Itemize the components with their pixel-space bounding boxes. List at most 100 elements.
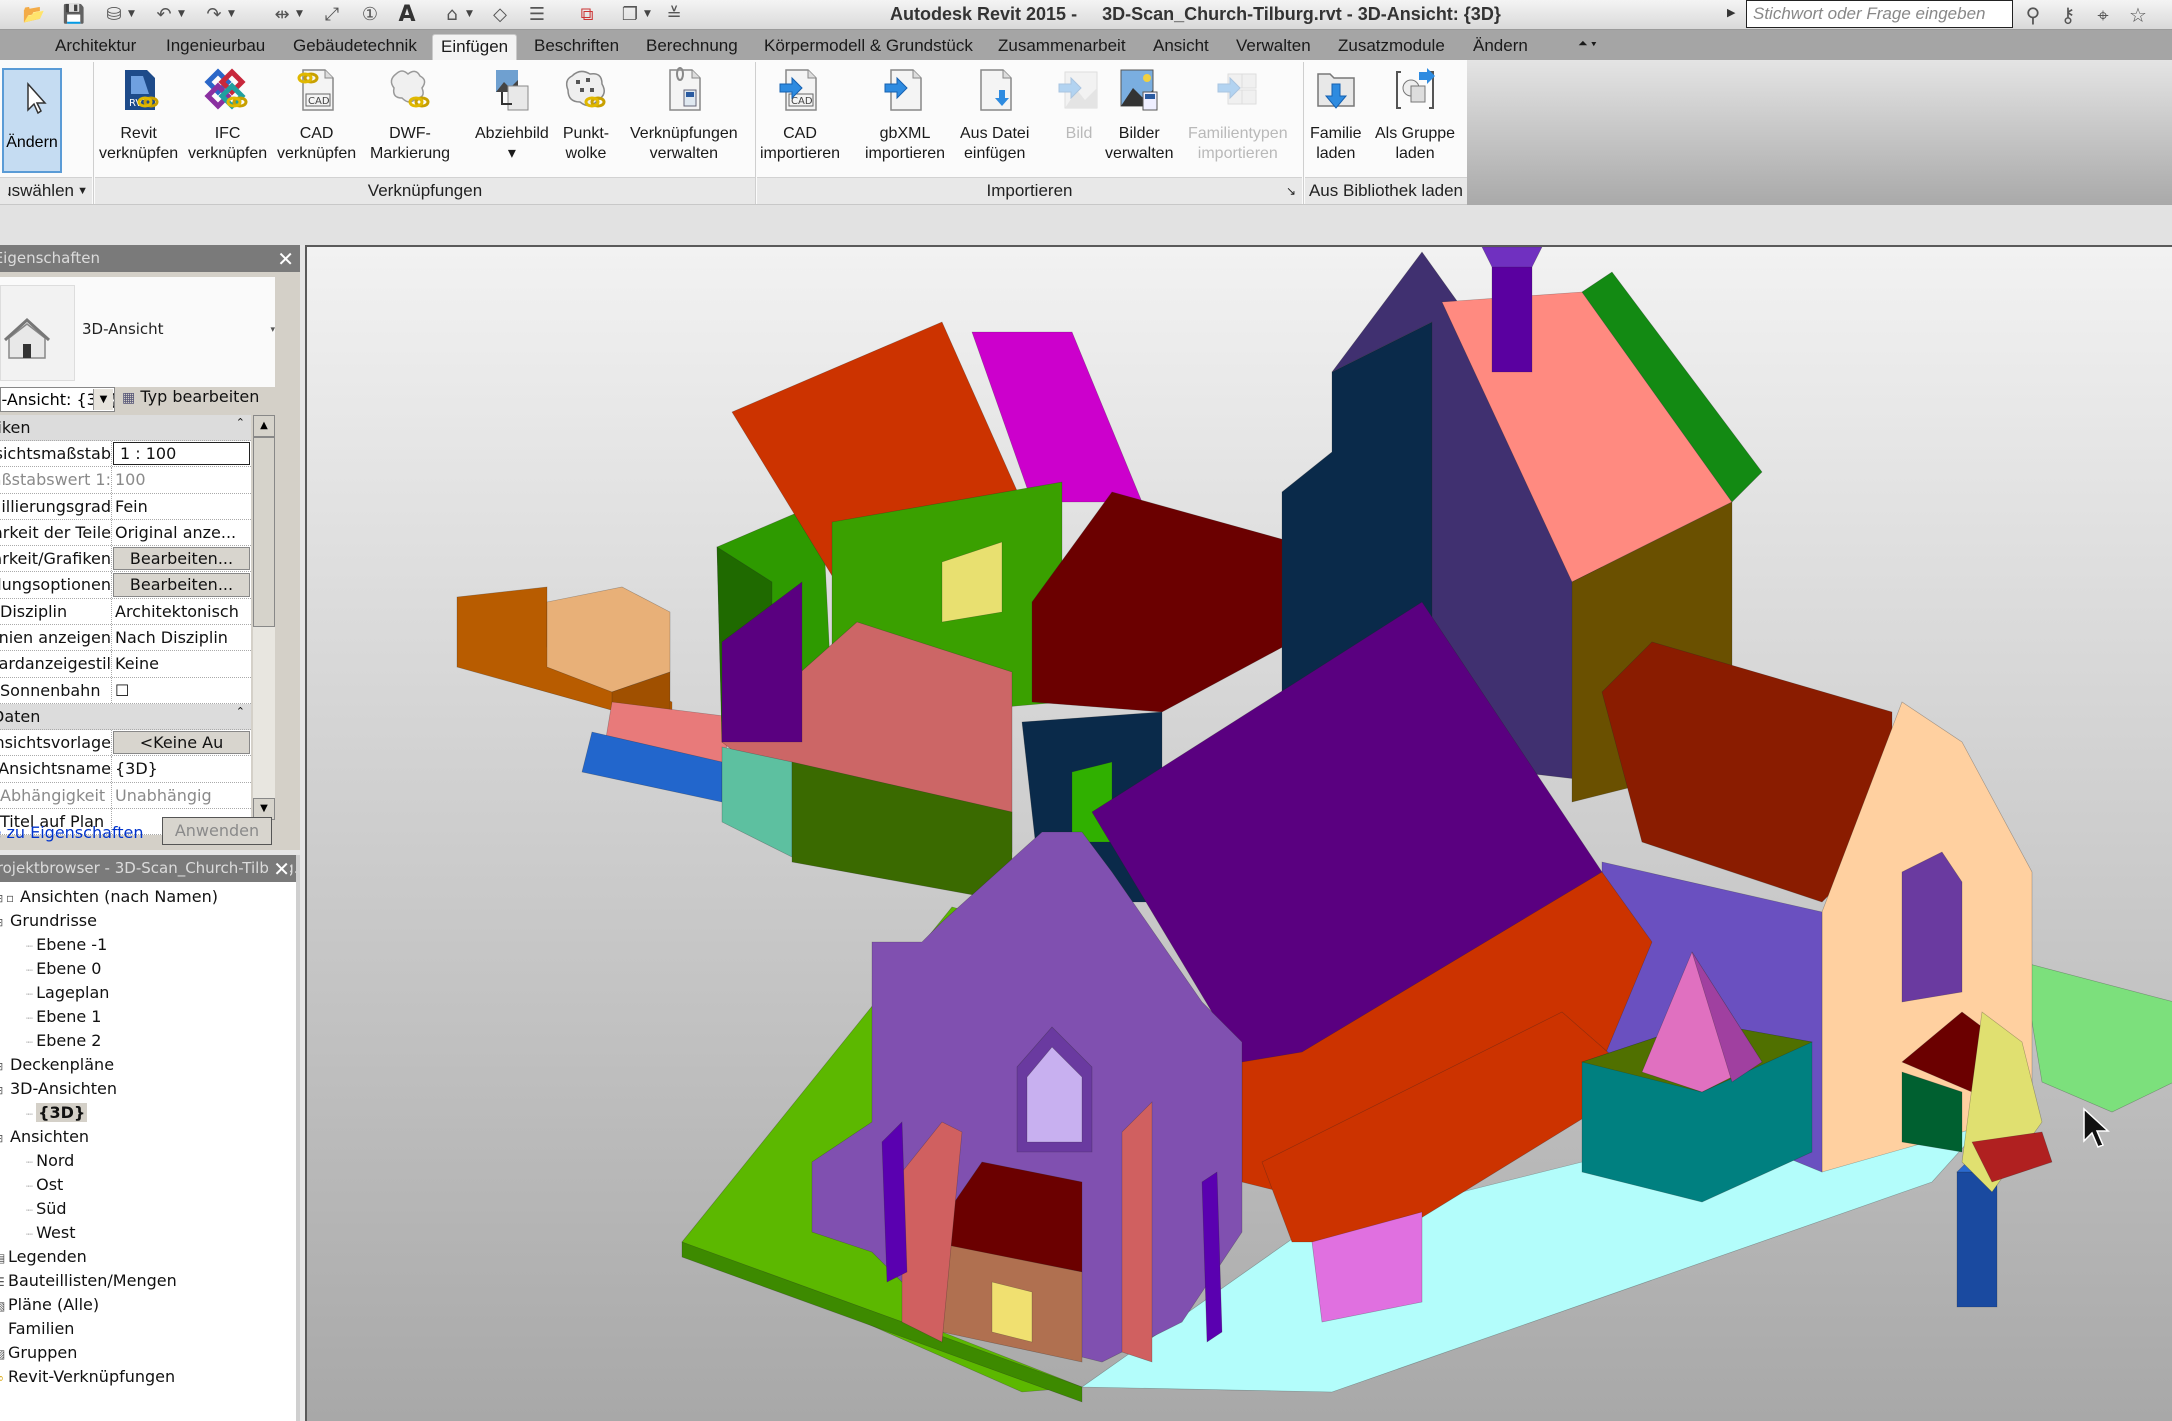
collapse-icon[interactable]: ⌃ [236,416,245,429]
close-icon[interactable]: ✕ [277,247,294,271]
tree-node[interactable]: ┈ Nord [0,1149,296,1173]
save-icon[interactable]: 💾 [62,3,86,27]
tree-node[interactable]: ▤Legenden [0,1245,296,1269]
binoculars-icon[interactable]: ⚲ [2020,2,2046,28]
tab-ändern[interactable]: Ändern [1465,34,1536,60]
property-value[interactable]: Architektonisch [112,599,251,624]
property-value[interactable]: Fein [112,494,251,519]
tab-körpermodell-grundstück[interactable]: Körpermodell & Grundstück [756,34,981,60]
open-icon[interactable]: 📂 [22,3,46,27]
edit-type-button[interactable]: ▦ Typ bearbeiten [122,387,259,406]
tree-node[interactable]: ┈ Lageplan [0,981,296,1005]
close-icon[interactable]: ✕ [269,857,290,881]
3d-view-icon[interactable]: ⌂ [440,3,464,27]
satellite-icon[interactable]: ⌖ [2090,2,2116,28]
tab-ansicht[interactable]: Ansicht [1145,34,1217,60]
key-icon[interactable]: ⚷ [2055,2,2081,28]
property-value[interactable]: Original anze... [112,520,251,545]
chevron-down-icon[interactable]: ▼ [128,9,135,19]
chevron-down-icon[interactable]: ▼ [296,9,303,19]
collapse-icon[interactable]: ⊟ [0,1127,6,1151]
load-family-button[interactable]: Familie laden [1310,66,1362,164]
revit-link-button[interactable]: RVT Revit verknüpfen [99,66,178,164]
property-value[interactable]: Keine [112,651,251,676]
point-cloud-button[interactable]: Punkt-wolke [562,66,610,164]
chevron-down-icon[interactable]: ▼ [228,9,235,19]
properties-help-link[interactable]: Hilfe zu Eigenschaften [0,823,144,842]
customize-qat-icon[interactable]: ≚ [662,3,686,27]
collapse-icon[interactable]: ⊟ [0,911,6,935]
cad-import-button[interactable]: CAD CAD importieren [760,66,840,164]
property-group-header[interactable]: Daten ⌃ [0,703,251,730]
measure-icon[interactable]: ⇹ [270,3,294,27]
search-input[interactable]: Stichwort oder Frage eingeben [1746,0,2013,28]
tree-node[interactable]: ☰Bauteillisten/Mengen [0,1269,296,1293]
tree-node[interactable]: ┈ {3D} [0,1101,296,1125]
dwf-markup-button[interactable]: DWF- Markierung [370,66,450,164]
scroll-up-icon[interactable]: ▲ [253,415,275,437]
property-value[interactable]: <Keine Au [113,730,250,755]
tree-node[interactable]: ∞Revit-Verknüpfungen [0,1365,296,1389]
minimize-ribbon-button[interactable]: ⏶ ▾ [1570,34,1605,60]
tree-node[interactable]: ┈ Ebene 2 [0,1029,296,1053]
property-value[interactable]: Nach Disziplin [112,625,251,650]
tree-node[interactable]: ▨Gruppen [0,1341,296,1365]
search-expand-arrow[interactable]: ▶ [1727,6,1735,19]
property-value[interactable]: {3D} [112,756,251,781]
property-value[interactable]: ☐ [112,678,251,703]
tab-zusammenarbeit[interactable]: Zusammenarbeit [990,34,1134,60]
star-icon[interactable]: ☆ [2125,2,2151,28]
chevron-down-icon[interactable]: ▼ [178,9,185,19]
load-as-group-button[interactable]: Als Gruppe laden [1375,66,1455,164]
apply-button[interactable]: Anwenden [162,817,272,845]
tree-node[interactable]: ▯Familien [0,1317,296,1341]
tab-zusatzmodule[interactable]: Zusatzmodule [1330,34,1453,60]
tree-node[interactable]: ⊟3D-Ansichten [0,1077,296,1101]
tab-gebäudetechnik[interactable]: Gebäudetechnik [285,34,425,60]
text-icon[interactable]: A [395,3,419,27]
sync-icon[interactable]: ⛁ [102,3,126,27]
redo-icon[interactable]: ↷ [202,3,226,27]
tree-node[interactable]: ┈ Ebene -1 [0,933,296,957]
manage-links-button[interactable]: Verknüpfungen verwalten [630,66,738,164]
tree-node[interactable]: ▧Pläne (Alle) [0,1293,296,1317]
tag-icon[interactable]: ① [358,3,382,27]
close-hidden-windows-icon[interactable]: ⧉ [575,3,599,27]
select-panel-label[interactable]: Auswählen ▼ [0,177,92,204]
tab-berechnung[interactable]: Berechnung [638,34,746,60]
aligned-dimension-icon[interactable]: ⤢ [320,3,344,27]
tree-node[interactable]: ⊟▫Ansichten (nach Namen) [0,885,296,909]
tree-node[interactable]: ┈ Ebene 1 [0,1005,296,1029]
dropdown-arrow-icon[interactable]: ▼ [93,389,113,410]
scroll-thumb[interactable] [253,437,275,627]
chevron-down-icon[interactable]: ▼ [644,9,651,19]
tab-ingenieurbau[interactable]: Ingenieurbau [158,34,273,60]
property-scrollbar[interactable]: ▲ ▼ [253,415,275,820]
property-group-header[interactable]: Grafiken ⌃ [0,415,251,441]
property-value[interactable]: Bearbeiten... [113,547,250,571]
3d-view-canvas[interactable] [305,245,2172,1421]
property-value[interactable]: Bearbeiten... [113,573,250,597]
tree-node[interactable]: ┈ Süd [0,1197,296,1221]
tree-node[interactable]: ⊟Grundrisse [0,909,296,933]
undo-icon[interactable]: ↶ [152,3,176,27]
tree-node[interactable]: ┈ West [0,1221,296,1245]
tab-verwalten[interactable]: Verwalten [1228,34,1319,60]
thin-lines-icon[interactable]: ☰ [525,3,549,27]
chevron-down-icon[interactable]: ▼ [466,9,473,19]
insert-from-file-button[interactable]: Aus Datei einfügen [960,66,1029,164]
switch-windows-icon[interactable]: ❐ [618,3,642,27]
tree-node[interactable]: ⊟Ansichten [0,1125,296,1149]
tab-einfügen[interactable]: Einfügen [432,34,518,60]
tab-architektur[interactable]: Architektur [47,34,144,60]
section-icon[interactable]: ◇ [488,3,512,27]
ifc-link-button[interactable]: IFC verknüpfen [188,66,267,164]
type-selector[interactable]: 3D-Ansicht ▾ [0,277,275,387]
tree-node[interactable]: ⊞Deckenpläne [0,1053,296,1077]
cad-link-button[interactable]: CAD CAD verknüpfen [277,66,356,164]
dialog-launcher-icon[interactable]: ↘ [1286,178,1296,204]
expand-icon[interactable]: ⊞ [0,1055,6,1079]
manage-images-button[interactable]: Bilder verwalten [1105,66,1173,164]
tab-beschriften[interactable]: Beschriften [526,34,627,60]
modify-button[interactable]: Ändern [2,68,62,173]
